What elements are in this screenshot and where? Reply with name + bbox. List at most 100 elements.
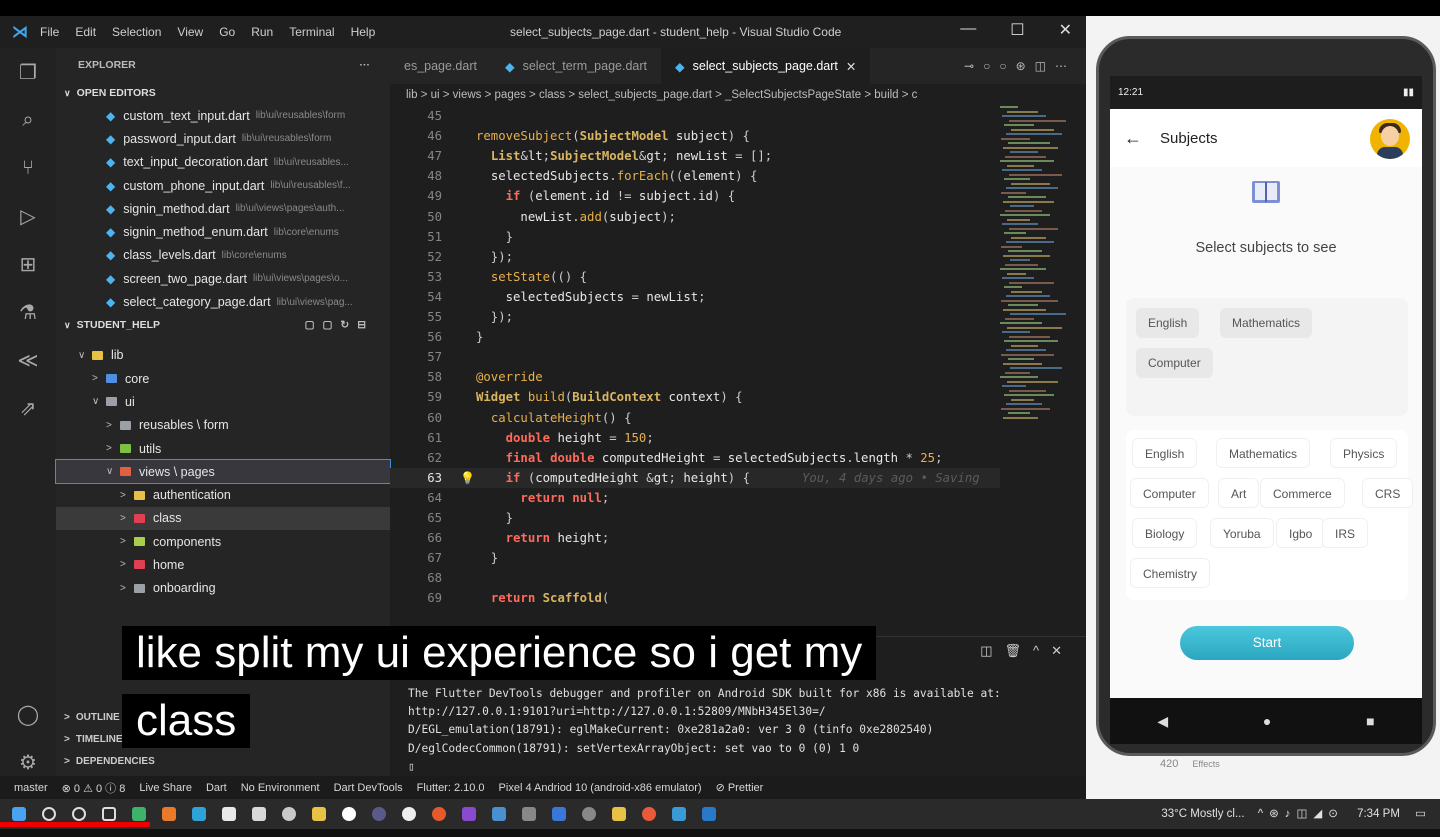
app-icon[interactable] [522,807,536,821]
notification-icon[interactable]: ▭ [1415,808,1426,820]
store-icon[interactable] [222,807,236,821]
status-item[interactable]: ⊗ 0 ⚠ 0 ⓘ 8 [62,780,126,796]
close-tab-icon[interactable]: ✕ [846,59,856,74]
breadcrumb[interactable]: lib > ui > views > pages > class > selec… [390,84,1086,106]
status-item[interactable]: Flutter: 2.10.0 [417,782,485,794]
menu-item-view[interactable]: View [177,25,203,39]
app-icon[interactable] [432,807,446,821]
close-icon[interactable]: ✕ [1059,20,1072,40]
search-icon[interactable] [42,807,56,821]
status-item[interactable]: No Environment [241,782,320,794]
minimize-icon[interactable]: — [960,20,976,40]
status-item[interactable]: ⊘ Prettier [716,781,764,794]
tree-folder[interactable]: > components [56,530,390,553]
app-icon[interactable] [132,807,146,821]
app-icon[interactable] [672,807,686,821]
status-item[interactable]: Dart [206,782,227,794]
status-item[interactable]: Pixel 4 Andriod 10 (android-x86 emulator… [499,782,702,794]
menu-item-selection[interactable]: Selection [112,25,161,39]
open-editor-item[interactable]: ◆ custom_phone_input.dart lib\ui\reusables… [56,174,390,197]
subject-chip[interactable]: Art [1218,478,1260,508]
selected-subject-chip[interactable]: Mathematics [1220,308,1313,338]
subject-chip[interactable]: IRS [1322,518,1369,548]
open-editor-item[interactable]: ◆ signin_method_enum.dart lib\core\enums [56,220,390,243]
app-icon[interactable] [402,807,416,821]
tree-folder[interactable]: > home [56,553,390,576]
task-view-icon[interactable] [102,807,116,821]
subject-chip[interactable]: Biology [1132,518,1198,548]
flutter-icon[interactable]: ≪ [0,336,56,384]
app-icon[interactable] [642,807,656,821]
menu-item-terminal[interactable]: Terminal [289,25,334,39]
extensions-icon[interactable]: ⊞ [0,240,56,288]
tree-folder[interactable]: ∨ ui [56,390,390,413]
app-icon[interactable] [492,807,506,821]
accounts-icon[interactable]: ◯ [0,690,56,738]
cortana-icon[interactable] [72,807,86,821]
tree-folder[interactable]: > core [56,367,390,390]
open-editor-item[interactable]: ◆ custom_text_input.dart lib\ui\reusables\… [56,104,390,127]
project-header[interactable]: ∨ STUDENT_HELP ▢▢↻⊟ [56,314,390,336]
open-editor-item[interactable]: ◆ text_input_decoration.dart lib\ui\reusab… [56,151,390,174]
subject-chip[interactable]: Mathematics [1216,438,1311,468]
weather[interactable]: 33°C Mostly cl... [1161,808,1244,820]
menu-item-go[interactable]: Go [219,25,235,39]
subject-chip[interactable]: Commerce [1260,478,1345,508]
subject-chip[interactable]: Yoruba [1210,518,1274,548]
open-editors-header[interactable]: ∨ OPEN EDITORS [56,82,390,104]
menu-item-file[interactable]: File [40,25,59,39]
tree-folder[interactable]: > reusables \ form [56,414,390,437]
open-editor-item[interactable]: ◆ password_input.dart lib\ui\reusables\for… [56,127,390,150]
app-icon[interactable] [462,807,476,821]
open-editor-item[interactable]: ◆ class_levels.dart lib\core\enums [56,244,390,267]
panel-tools-icons[interactable]: ◫🗑^✕ [980,643,1074,659]
video-progress-bar[interactable] [0,822,150,827]
edge-icon[interactable] [192,807,206,821]
run-debug-icon[interactable]: ▷ [0,192,56,240]
mail-icon[interactable] [252,807,266,821]
tree-folder[interactable]: > authentication [56,483,390,506]
editor-tab[interactable]: es_page.dart [390,48,491,84]
testing-icon[interactable]: ⚗ [0,288,56,336]
tree-folder[interactable]: > utils [56,437,390,460]
tree-folder[interactable]: ∨ views \ pages [55,459,391,485]
vscode-taskbar-icon[interactable] [702,807,716,821]
clock[interactable]: 7:34 PM [1357,808,1400,820]
selected-subject-chip[interactable]: English [1136,308,1200,338]
section-dependencies[interactable]: > DEPENDENCIES [56,750,390,772]
search-icon[interactable]: ⌕ [0,96,56,144]
subject-chip[interactable]: CRS [1362,478,1414,508]
open-editor-item[interactable]: ◆ screen_two_page.dart lib\ui\views\pages\… [56,267,390,290]
app-icon[interactable] [342,807,356,821]
back-arrow-icon[interactable]: ← [1124,128,1142,149]
start-button[interactable]: Start [1180,626,1354,660]
nav-back-icon[interactable]: ◀ [1157,713,1168,730]
editor-tab[interactable]: ◆ select_subjects_page.dart ✕ [661,48,871,84]
app-icon[interactable] [582,807,596,821]
menu-item-edit[interactable]: Edit [75,25,96,39]
app-icon[interactable] [552,807,566,821]
nav-recents-icon[interactable]: ■ [1366,713,1374,729]
app-icon[interactable] [372,807,386,821]
project-actions-icons[interactable]: ▢▢↻⊟ [305,319,374,331]
subject-chip[interactable]: Computer [1130,478,1209,508]
explorer-icon[interactable]: ❐ [0,48,56,96]
menu-item-run[interactable]: Run [251,25,273,39]
subject-chip[interactable]: Physics [1330,438,1398,468]
subject-chip[interactable]: Chemistry [1130,558,1211,588]
tree-folder[interactable]: > onboarding [56,577,390,600]
chrome-icon[interactable] [282,807,296,821]
windows-start-icon[interactable] [12,807,26,821]
status-item[interactable]: Live Share [139,782,192,794]
status-item[interactable]: master [14,782,48,794]
nav-home-icon[interactable]: ● [1263,713,1271,729]
app-icon[interactable] [162,807,176,821]
source-control-icon[interactable]: ⑂ [0,144,56,192]
live-share-icon[interactable]: ⇗ [0,384,56,432]
editor-tab[interactable]: ◆ select_term_page.dart [491,48,661,84]
open-editor-item[interactable]: ◆ select_category_page.dart lib\ui\views\p… [56,290,390,313]
lightbulb-icon[interactable]: 💡 [460,471,475,485]
minimap[interactable] [1000,106,1072,436]
status-item[interactable]: Dart DevTools [334,782,403,794]
tree-folder[interactable]: ∨ lib [56,344,390,367]
